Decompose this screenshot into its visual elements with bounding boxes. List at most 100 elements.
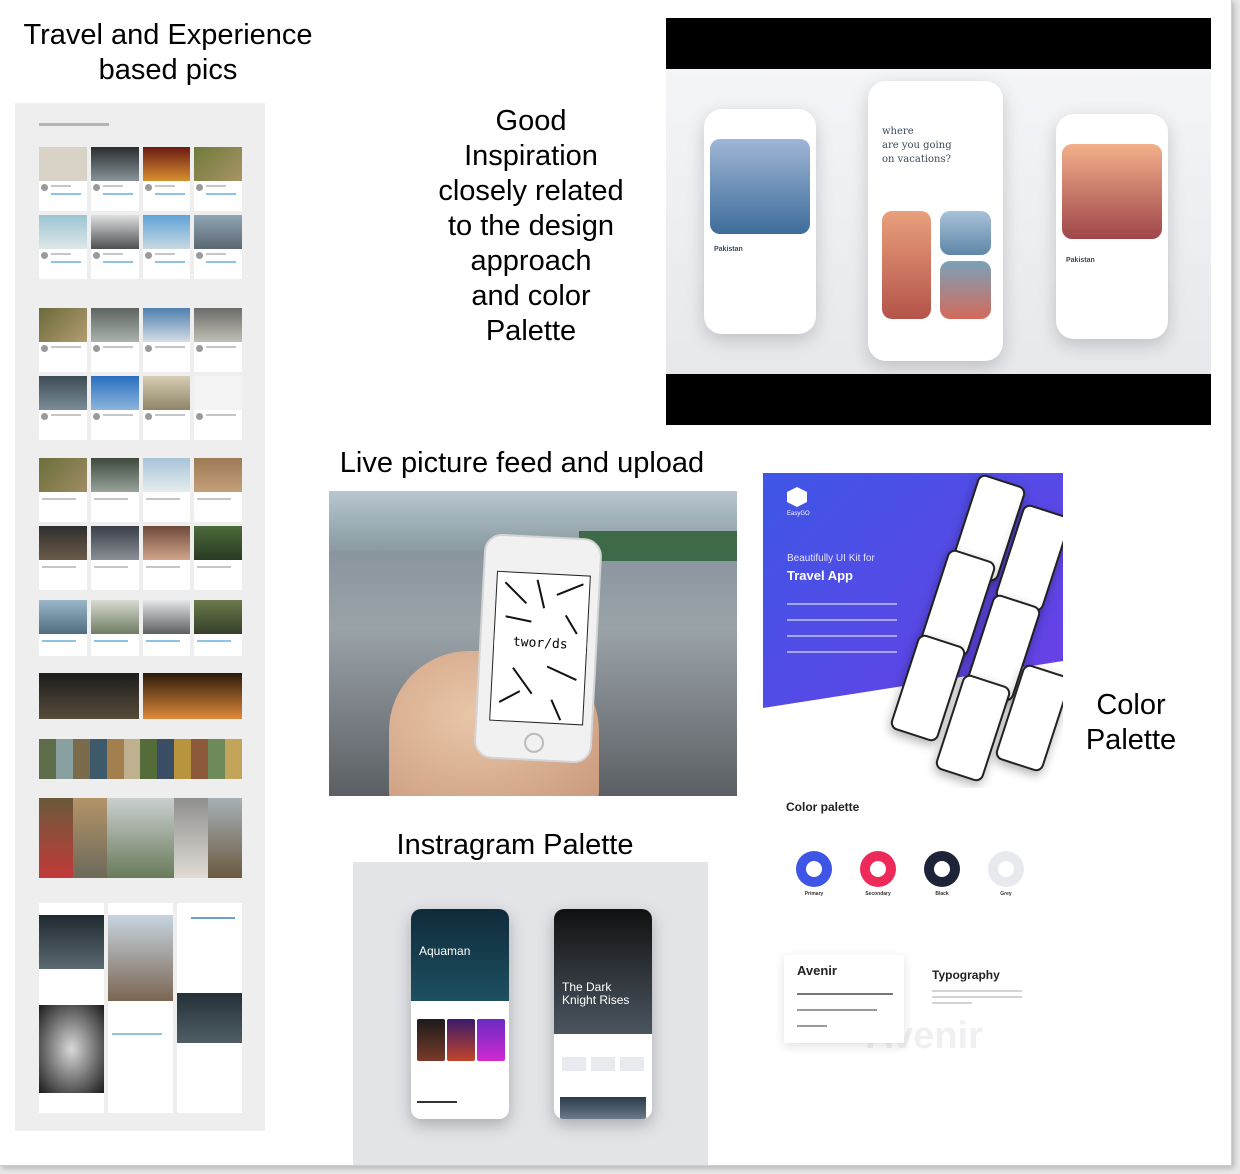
photo-card[interactable] <box>39 147 87 211</box>
poster[interactable] <box>447 1019 475 1061</box>
photo-card[interactable] <box>39 600 87 656</box>
photo-card[interactable] <box>194 147 242 211</box>
photo-card[interactable] <box>39 308 87 372</box>
photo-card[interactable] <box>194 600 242 656</box>
photo-card[interactable] <box>90 458 139 522</box>
wide-photo[interactable] <box>142 673 242 719</box>
collage-strip <box>39 798 242 878</box>
photo <box>90 600 139 634</box>
text-line <box>197 498 232 500</box>
trailer-thumb[interactable] <box>560 1097 646 1119</box>
avatar <box>144 413 152 420</box>
feed-photo[interactable] <box>108 915 173 1001</box>
text-line <box>206 414 237 416</box>
feature-line <box>787 651 897 653</box>
instagram-mockup: Aquaman The Dark Knight Rises <box>353 862 708 1165</box>
alphabet-line <box>797 993 893 995</box>
photo-card[interactable] <box>142 147 191 211</box>
photo <box>194 147 242 181</box>
photo-card[interactable] <box>194 458 242 522</box>
photo-card[interactable] <box>142 376 191 440</box>
inspiration-line: approach <box>470 245 592 277</box>
photo <box>39 308 87 342</box>
avatar <box>41 345 48 352</box>
destination-card[interactable] <box>882 211 931 319</box>
avatar <box>196 184 204 191</box>
text-line <box>93 566 128 568</box>
photo-card[interactable] <box>39 215 87 279</box>
section-line <box>417 1101 457 1103</box>
text-line <box>154 185 175 187</box>
movie-phone-left: Aquaman <box>411 909 509 1119</box>
photo-card[interactable] <box>142 526 191 590</box>
mosaic-tile <box>89 739 107 779</box>
font-card: Avenir <box>784 955 904 1043</box>
text-line <box>51 253 71 255</box>
wide-photo[interactable] <box>39 673 139 719</box>
feed-photo[interactable] <box>39 1005 104 1093</box>
photo-card[interactable] <box>39 458 87 522</box>
text-line <box>154 414 185 416</box>
avatar <box>41 413 48 420</box>
text-line <box>154 253 175 255</box>
vacation-question: where are you going on vacations? <box>882 125 952 167</box>
photo-card[interactable] <box>90 526 139 590</box>
poster[interactable] <box>417 1019 445 1061</box>
tagline: Beautifully UI Kit for <box>787 553 875 564</box>
inspiration-line: and color <box>471 280 591 312</box>
mosaic-tile <box>174 739 192 779</box>
photo <box>90 215 139 249</box>
mosaic-tile <box>72 739 90 779</box>
photo <box>142 458 191 492</box>
photo-card[interactable] <box>90 308 139 372</box>
mosaic-tile <box>39 739 56 779</box>
feed-photo[interactable] <box>39 915 104 969</box>
swatch-secondary <box>860 851 896 887</box>
photo-card[interactable] <box>142 215 191 279</box>
feed-text <box>112 1033 162 1035</box>
swatch-label: Primary <box>804 891 824 897</box>
text-line <box>154 346 185 348</box>
mosaic-tile <box>123 739 141 779</box>
photo-card[interactable] <box>194 376 242 440</box>
wide-photo-row <box>39 673 242 719</box>
photo-card[interactable] <box>90 147 139 211</box>
destination-card[interactable] <box>940 261 991 319</box>
photo-card[interactable] <box>194 526 242 590</box>
collage-tile <box>106 798 175 878</box>
phone-left: Pakistan <box>704 109 816 334</box>
photo <box>194 600 242 634</box>
photo-card[interactable] <box>142 600 191 656</box>
photo-card[interactable] <box>90 600 139 656</box>
mosaic-tile <box>55 739 73 779</box>
photo-card[interactable] <box>39 376 87 440</box>
avatar <box>92 413 100 420</box>
feed-photo[interactable] <box>177 993 242 1043</box>
alphabet-line <box>797 1009 877 1011</box>
avatar <box>41 184 48 191</box>
photo <box>39 376 87 410</box>
text-line <box>42 640 76 642</box>
photo <box>90 147 139 181</box>
photo <box>194 215 242 249</box>
destination-card[interactable] <box>940 211 991 255</box>
travel-caption-line2: based pics <box>98 54 238 86</box>
photo-card[interactable] <box>39 526 87 590</box>
photo-card[interactable] <box>90 215 139 279</box>
photo-card[interactable] <box>194 308 242 372</box>
detail-box <box>562 1057 586 1071</box>
text-line <box>51 185 71 187</box>
mosaic-tile <box>106 739 124 779</box>
poster[interactable] <box>477 1019 505 1061</box>
text-line <box>102 261 133 263</box>
photo-card[interactable] <box>194 215 242 279</box>
photo-card[interactable] <box>142 458 191 522</box>
movie-title: Aquaman <box>419 944 471 958</box>
travel-app-kit: EasyGO Beautifully UI Kit for Travel App <box>763 473 1063 788</box>
photo <box>90 526 139 560</box>
text-line <box>102 185 123 187</box>
avatar <box>41 252 48 259</box>
photo-card[interactable] <box>90 376 139 440</box>
mosaic-tile <box>191 739 209 779</box>
photo-card[interactable] <box>142 308 191 372</box>
